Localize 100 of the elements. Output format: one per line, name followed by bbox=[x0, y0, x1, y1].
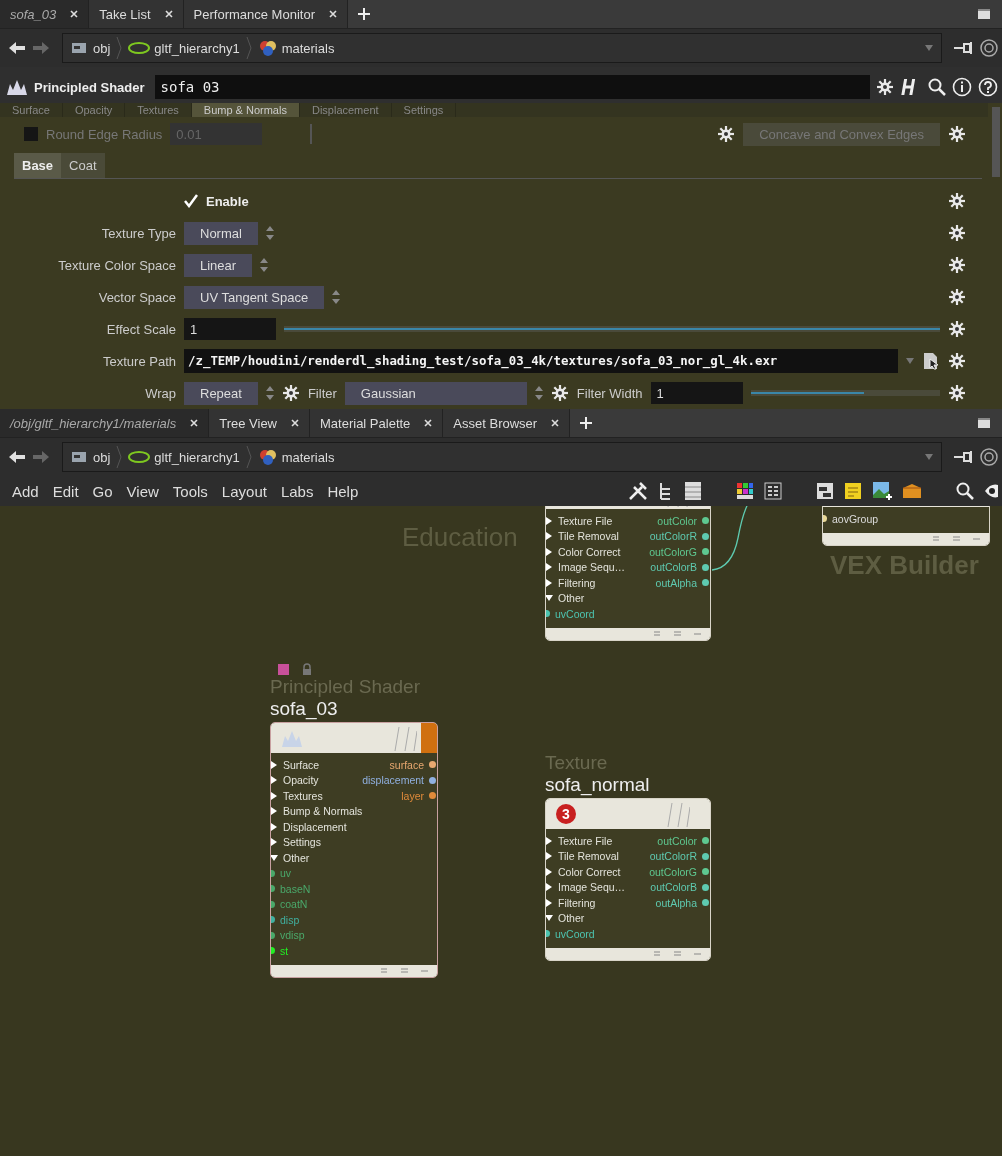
output-port[interactable] bbox=[702, 517, 709, 525]
menu-item[interactable]: View bbox=[126, 482, 159, 500]
node-body[interactable]: Texture File outColor Tile Removal outColorR Color Correct outColorG Image Sequ… outColorB Filtering outAlpha Other uvCoord bbox=[545, 506, 711, 641]
output-port[interactable] bbox=[702, 868, 709, 876]
pane-tab[interactable]: Asset Browser bbox=[443, 409, 571, 437]
collapsed-arrow-icon[interactable] bbox=[271, 776, 278, 785]
output-port[interactable] bbox=[429, 776, 436, 784]
add-tab-icon[interactable] bbox=[357, 8, 370, 20]
menu-item[interactable]: Layout bbox=[221, 482, 267, 500]
scrollbar[interactable] bbox=[992, 107, 1000, 177]
dropdown-menu[interactable]: Repeat bbox=[184, 381, 258, 405]
network-box-icon[interactable] bbox=[816, 482, 834, 500]
output-port[interactable] bbox=[702, 532, 709, 540]
pane-tab[interactable]: Tree View bbox=[209, 409, 310, 437]
collapsed-arrow-icon[interactable] bbox=[271, 838, 278, 847]
eye-icon[interactable] bbox=[984, 482, 998, 500]
parameter-group[interactable]: Settings bbox=[283, 836, 321, 849]
expanded-arrow-icon[interactable] bbox=[271, 853, 278, 862]
dropdown-menu[interactable]: UV Tangent Space bbox=[184, 285, 325, 309]
pin-icon[interactable] bbox=[954, 450, 974, 464]
parameter-group[interactable]: Other bbox=[283, 851, 310, 864]
folder-tab[interactable]: Opacity bbox=[62, 103, 126, 117]
output-port[interactable] bbox=[429, 792, 436, 800]
menu-item[interactable]: Go bbox=[92, 482, 113, 500]
path-segment[interactable]: materials bbox=[281, 449, 335, 465]
search-icon[interactable] bbox=[928, 78, 946, 96]
gear-icon[interactable] bbox=[948, 192, 966, 210]
collapsed-arrow-icon[interactable] bbox=[546, 547, 553, 556]
parameter-group[interactable]: Other bbox=[558, 592, 585, 605]
parameter-group[interactable]: Texture File bbox=[558, 514, 613, 527]
spinner-arrows-icon[interactable] bbox=[265, 226, 274, 240]
image-icon[interactable] bbox=[872, 481, 892, 501]
path-field[interactable]: obj gltf_hierarchy1 materials bbox=[62, 442, 942, 472]
forward-arrow-icon[interactable] bbox=[32, 450, 50, 464]
pane-tab[interactable]: sofa_03 bbox=[0, 0, 90, 28]
gear-icon[interactable] bbox=[948, 224, 966, 242]
spinner-arrows-icon[interactable] bbox=[332, 290, 341, 304]
close-icon[interactable] bbox=[190, 419, 199, 427]
gear-icon[interactable] bbox=[948, 320, 966, 338]
menu-item[interactable]: Help bbox=[327, 482, 359, 500]
parameter-group[interactable]: Other bbox=[558, 912, 585, 925]
file-path-field[interactable]: /z_TEMP/houdini/renderdl_shading_test/sofa_03_4k/textures/sofa_03_nor_gl_4k.exr bbox=[184, 349, 898, 373]
display-flag[interactable] bbox=[278, 663, 289, 675]
collapsed-arrow-icon[interactable] bbox=[546, 563, 553, 572]
output-port[interactable] bbox=[702, 883, 709, 891]
parameter-group[interactable]: Surface bbox=[283, 758, 320, 771]
close-icon[interactable] bbox=[291, 419, 299, 427]
sticky-note-icon[interactable] bbox=[844, 482, 862, 500]
collapsed-arrow-icon[interactable] bbox=[546, 532, 553, 541]
close-icon[interactable] bbox=[70, 10, 79, 18]
path-segment[interactable]: gltf_hierarchy1 bbox=[154, 40, 240, 56]
output-port[interactable] bbox=[702, 563, 709, 571]
parameter-group[interactable]: Textures bbox=[283, 789, 323, 802]
menu-item[interactable]: Labs bbox=[280, 482, 314, 500]
tools-icon[interactable] bbox=[628, 481, 648, 501]
dropdown-caret-icon[interactable] bbox=[925, 454, 933, 460]
parameter-group[interactable]: Displacement bbox=[283, 820, 347, 833]
output-port[interactable] bbox=[429, 761, 436, 769]
gear-icon[interactable] bbox=[550, 384, 569, 402]
spinner-arrows-icon[interactable] bbox=[260, 258, 269, 272]
spinner-arrows-icon[interactable] bbox=[265, 386, 274, 400]
collapsed-arrow-icon[interactable] bbox=[271, 760, 278, 769]
folder-tab[interactable]: Bump & Normals bbox=[191, 103, 300, 117]
help-icon[interactable] bbox=[978, 77, 998, 97]
node-name-field[interactable]: sofa_03 bbox=[154, 75, 870, 99]
gear-icon[interactable] bbox=[948, 288, 966, 306]
output-port[interactable] bbox=[702, 548, 709, 556]
search-icon[interactable] bbox=[956, 482, 974, 500]
dropdown-caret-icon[interactable] bbox=[925, 45, 933, 51]
node-body[interactable]: Surface surface Opacity displacement Textures layer Bump & Normals Displacement Settings Other uv baseN coatN disp vdisp st bbox=[270, 722, 438, 978]
pane-tab[interactable]: /obj/gltf_hierarchy1/materials bbox=[0, 409, 210, 437]
lock-icon[interactable] bbox=[301, 663, 313, 675]
value-field[interactable]: 1 bbox=[650, 382, 743, 404]
gear-icon[interactable] bbox=[948, 352, 966, 370]
collapsed-arrow-icon[interactable] bbox=[546, 578, 553, 587]
back-arrow-icon[interactable] bbox=[8, 41, 26, 55]
dropdown-caret-icon[interactable] bbox=[906, 358, 914, 364]
collapsed-arrow-icon[interactable] bbox=[546, 883, 553, 892]
path-segment[interactable]: obj bbox=[93, 449, 111, 465]
folder-tab[interactable]: Surface bbox=[0, 103, 63, 117]
output-port[interactable] bbox=[702, 899, 709, 907]
parameter-group[interactable]: Image Sequ… bbox=[558, 881, 626, 894]
pane-menu-icon[interactable] bbox=[978, 418, 990, 428]
node-name[interactable]: sofa_normal bbox=[545, 774, 711, 796]
color-palette-icon[interactable] bbox=[736, 482, 754, 500]
parameter-group[interactable]: Color Correct bbox=[558, 865, 621, 878]
value-field[interactable]: 1 bbox=[184, 318, 276, 340]
path-segment[interactable]: materials bbox=[281, 40, 335, 56]
parameter-group[interactable]: Bump & Normals bbox=[283, 805, 363, 818]
parameter-group[interactable]: Image Sequ… bbox=[558, 561, 626, 574]
sub-tab[interactable]: Coat bbox=[61, 153, 105, 178]
back-arrow-icon[interactable] bbox=[8, 450, 26, 464]
parameter-group[interactable]: Color Correct bbox=[558, 545, 621, 558]
spinner-arrows-icon[interactable] bbox=[534, 386, 543, 400]
close-icon[interactable] bbox=[328, 10, 337, 18]
file-browser-icon[interactable] bbox=[922, 352, 940, 370]
parameter-group[interactable]: Opacity bbox=[283, 774, 319, 787]
menu-item[interactable]: Add bbox=[12, 482, 39, 500]
collapsed-arrow-icon[interactable] bbox=[546, 898, 553, 907]
collapsed-arrow-icon[interactable] bbox=[546, 516, 553, 525]
